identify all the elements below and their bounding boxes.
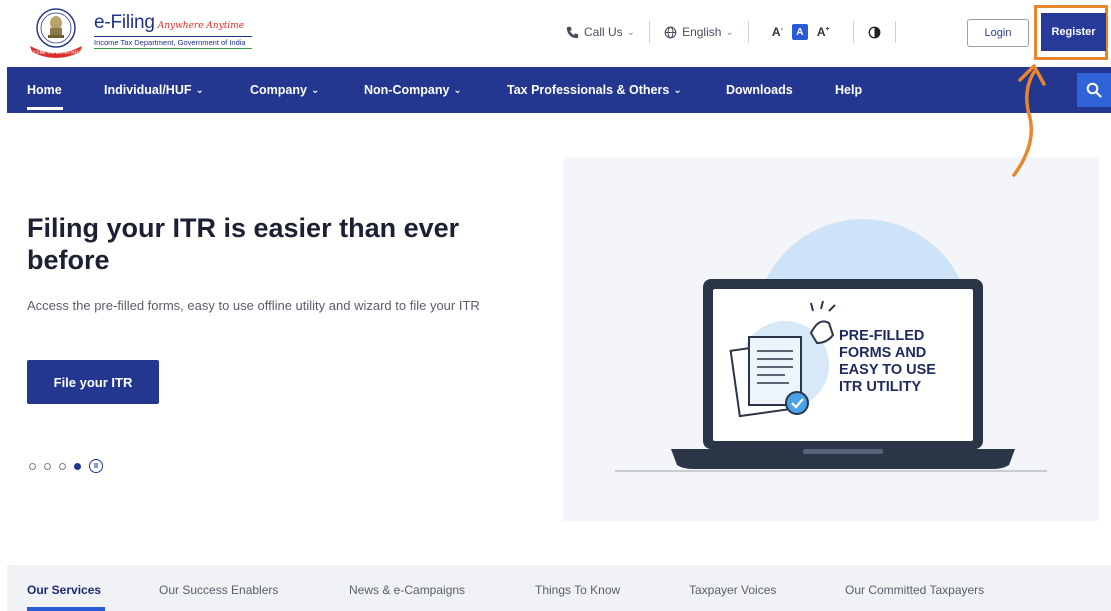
- font-increase-label: A: [816, 25, 826, 39]
- nav-item-non-company[interactable]: Non-Company ⌄: [364, 67, 462, 113]
- nav-downloads-label: Downloads: [726, 83, 793, 97]
- main-nav: Home Individual/HUF ⌄ Company ⌄ Non-Comp…: [7, 67, 1111, 113]
- carousel-dot[interactable]: [59, 462, 66, 470]
- chevron-down-icon: ⌄: [310, 84, 320, 96]
- tab-taxpayer-voices[interactable]: Taxpayer Voices: [689, 583, 776, 597]
- carousel-indicators: II: [29, 459, 103, 473]
- login-button[interactable]: Login: [967, 19, 1029, 47]
- font-increase-button[interactable]: A+: [817, 25, 830, 39]
- logo-divider: [94, 47, 252, 49]
- register-button[interactable]: Register: [1041, 13, 1106, 51]
- language-menu[interactable]: English ⌄: [664, 25, 734, 39]
- divider: [747, 21, 749, 43]
- tab-things-to-know[interactable]: Things To Know: [535, 583, 620, 597]
- divider: [649, 21, 651, 43]
- chevron-down-icon: ⌄: [626, 26, 636, 38]
- active-tab-indicator: [27, 107, 63, 110]
- hero-description: Access the pre-filled forms, easy to use…: [27, 298, 480, 313]
- phone-icon: [566, 26, 579, 38]
- chevron-down-icon: ⌄: [725, 26, 734, 38]
- contrast-icon: [868, 26, 881, 38]
- illustration-line: PRE-FILLED: [839, 328, 925, 344]
- tab-committed-taxpayers[interactable]: Our Committed Taxpayers: [845, 583, 984, 597]
- nav-company-label: Company: [250, 83, 307, 97]
- call-us-menu[interactable]: Call Us ⌄: [566, 25, 635, 39]
- logo-tagline: Anywhere Anytime: [157, 20, 245, 31]
- language-label: English: [682, 25, 722, 39]
- illustration-line: ITR UTILITY: [839, 379, 922, 395]
- tab-our-services[interactable]: Our Services: [27, 583, 101, 597]
- svg-text:INCOME TAX DEPARTMENT: INCOME TAX DEPARTMENT: [29, 50, 83, 55]
- hero-title: Filing your ITR is easier than ever befo…: [27, 213, 460, 275]
- nav-item-downloads[interactable]: Downloads: [726, 67, 793, 113]
- contrast-toggle[interactable]: [868, 26, 881, 39]
- file-itr-button[interactable]: File your ITR: [27, 360, 159, 404]
- search-icon: [1086, 82, 1102, 98]
- chevron-down-icon: ⌄: [673, 84, 682, 96]
- nav-item-company[interactable]: Company ⌄: [250, 67, 319, 113]
- font-default-button[interactable]: A: [791, 24, 808, 40]
- globe-icon: [664, 26, 677, 38]
- top-header: INCOME TAX DEPARTMENT e-Filing Anywhere …: [0, 0, 1111, 67]
- nav-help-label: Help: [835, 83, 863, 97]
- carousel-dot-active[interactable]: [74, 462, 81, 470]
- tab-news-campaigns[interactable]: News & e-Campaigns: [349, 583, 465, 597]
- logo-subtitle: Income Tax Department, Government of Ind…: [94, 35, 252, 47]
- nav-tax-professionals-label: Tax Professionals & Others: [507, 83, 670, 97]
- divider: [852, 21, 854, 43]
- logo-name: e-Filing: [94, 11, 155, 33]
- illustration-line: EASY TO USE: [839, 362, 936, 378]
- chevron-down-icon: ⌄: [195, 84, 204, 96]
- nav-individual-label: Individual/HUF: [104, 83, 192, 97]
- carousel-dot[interactable]: [44, 462, 51, 470]
- utility-bar: Call Us ⌄ English ⌄ A- A A+: [566, 19, 910, 45]
- call-us-label: Call Us: [584, 25, 623, 39]
- pause-icon[interactable]: II: [89, 459, 103, 473]
- nav-non-company-label: Non-Company: [364, 83, 450, 97]
- nav-item-tax-professionals[interactable]: Tax Professionals & Others ⌄: [507, 67, 682, 113]
- emblem-icon: INCOME TAX DEPARTMENT: [24, 6, 88, 60]
- hero-illustration-panel: PRE-FILLED FORMS AND EASY TO USE ITR UTI…: [563, 157, 1099, 521]
- section-tabs: Our Services Our Success Enablers News &…: [7, 565, 1111, 611]
- search-button[interactable]: [1077, 73, 1111, 107]
- nav-item-individual-huf[interactable]: Individual/HUF ⌄: [104, 67, 204, 113]
- laptop-illustration: [615, 219, 1047, 472]
- chevron-down-icon: ⌄: [453, 84, 462, 96]
- tab-success-enablers[interactable]: Our Success Enablers: [159, 583, 278, 597]
- carousel-dot[interactable]: [29, 462, 36, 470]
- illustration-line: FORMS AND: [839, 345, 927, 361]
- nav-home-label: Home: [27, 83, 62, 97]
- nav-item-help[interactable]: Help: [835, 67, 862, 113]
- font-decrease-button[interactable]: A-: [772, 25, 783, 39]
- active-tab-indicator: [27, 607, 105, 611]
- illustration-caption: PRE-FILLED FORMS AND EASY TO USE ITR UTI…: [839, 328, 979, 396]
- divider: [894, 21, 896, 43]
- site-logo[interactable]: INCOME TAX DEPARTMENT e-Filing Anywhere …: [24, 6, 252, 60]
